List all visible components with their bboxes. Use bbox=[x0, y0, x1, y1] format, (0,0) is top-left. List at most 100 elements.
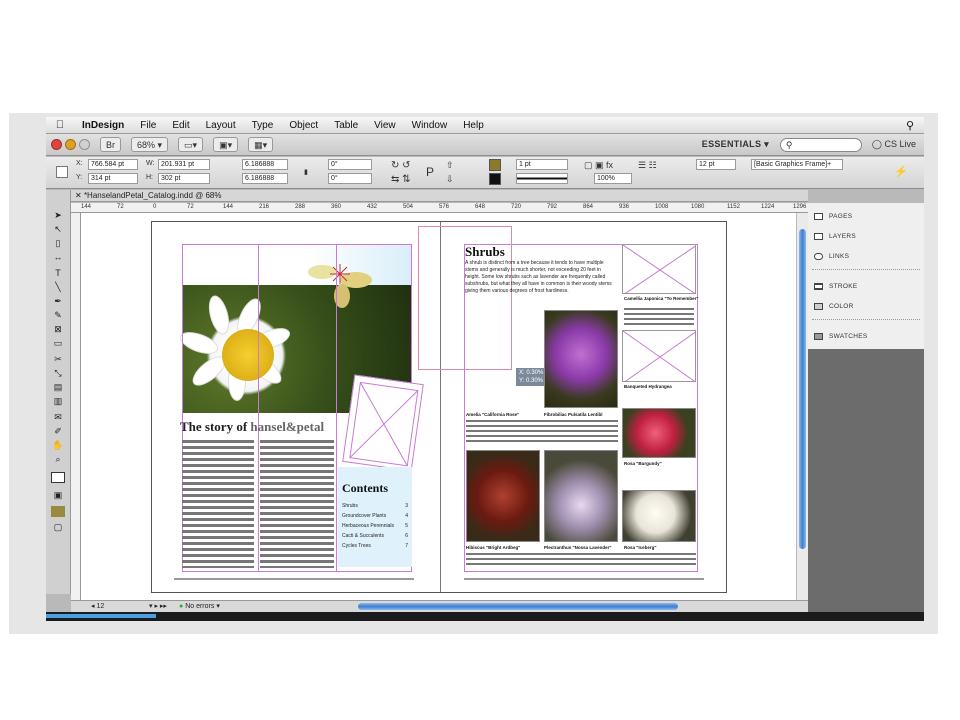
photo-caption[interactable]: Rosa "Burgundy" bbox=[624, 461, 662, 466]
toc-entry[interactable]: Groundcover Plants 4 bbox=[342, 513, 408, 519]
photo-caption[interactable]: Amelia "California Rose" bbox=[466, 412, 519, 417]
width-field[interactable]: 201.931 pt bbox=[158, 159, 210, 170]
stroke-panel-tab[interactable]: STROKE bbox=[814, 283, 858, 290]
pencil-tool-icon[interactable]: ✎ bbox=[51, 310, 65, 321]
effects-icon[interactable]: ▢ ▣ fx bbox=[584, 160, 613, 171]
rotation-field[interactable]: 0° bbox=[328, 159, 372, 170]
photo-caption[interactable]: Plectranthus "Nossa Lavender" bbox=[544, 545, 612, 550]
zoom-level-dropdown[interactable]: 68% ▾ bbox=[131, 137, 169, 152]
menu-edit[interactable]: Edit bbox=[164, 120, 197, 131]
select-content-icon[interactable]: ⇩ bbox=[446, 174, 454, 185]
document-spread[interactable]: The story of hansel&petal Contents Shrub… bbox=[151, 221, 727, 593]
reference-point-icon[interactable] bbox=[56, 166, 68, 178]
rotate-icon[interactable]: ↻ ↺ bbox=[391, 160, 411, 171]
document-tab[interactable]: *HanselandPetal_Catalog.indd @ 68% bbox=[84, 191, 222, 200]
body-text-column-1[interactable] bbox=[182, 440, 254, 568]
image-placeholder-frame[interactable] bbox=[622, 244, 696, 294]
select-container-icon[interactable]: ⇧ bbox=[446, 160, 454, 171]
photo-caption[interactable]: Rosa "Iceberg" bbox=[624, 545, 657, 550]
gap-tool-icon[interactable]: ↔ bbox=[51, 252, 65, 263]
menu-window[interactable]: Window bbox=[404, 120, 456, 131]
page-number-field[interactable]: ◂ 12 bbox=[91, 602, 104, 610]
fill-stroke-icon[interactable] bbox=[51, 472, 65, 483]
links-panel-tab[interactable]: LINKS bbox=[814, 253, 849, 260]
zoom-tool-icon[interactable]: ⌕ bbox=[51, 454, 65, 465]
pen-tool-icon[interactable]: ✒ bbox=[51, 296, 65, 307]
selection-tool-icon[interactable]: ➤ bbox=[51, 210, 65, 221]
object-style-dropdown[interactable]: [Basic Graphics Frame]+ bbox=[751, 159, 843, 170]
red-leaf-shrub-photo[interactable] bbox=[466, 450, 540, 542]
shear-field[interactable]: 0° bbox=[328, 173, 372, 184]
close-window-button[interactable] bbox=[51, 139, 62, 150]
paragraph-icon[interactable]: P bbox=[426, 165, 434, 179]
color-panel-tab[interactable]: COLOR bbox=[814, 303, 854, 310]
fill-swatch[interactable] bbox=[489, 159, 501, 171]
constrain-proportions-icon[interactable]: ▮ bbox=[304, 168, 308, 176]
menu-app-name[interactable]: InDesign bbox=[74, 120, 132, 131]
spacing-field[interactable]: 12 pt bbox=[696, 159, 736, 170]
photo-caption[interactable]: Hibiscus "Bright Ardbeg" bbox=[466, 545, 520, 550]
align-icons[interactable]: ☰ ☷ bbox=[638, 160, 657, 171]
close-tab-icon[interactable]: ✕ bbox=[75, 191, 84, 200]
note-tool-icon[interactable]: ✉ bbox=[51, 412, 65, 423]
lavender-flower-photo[interactable] bbox=[544, 450, 618, 542]
toc-entry[interactable]: Cacti & Succulents 6 bbox=[342, 533, 408, 539]
gradient-swatch-tool-icon[interactable]: ▤ bbox=[51, 382, 65, 393]
pages-panel-tab[interactable]: PAGES bbox=[814, 213, 852, 220]
menu-view[interactable]: View bbox=[366, 120, 404, 131]
workspace-switcher[interactable]: ESSENTIALS ▾ bbox=[697, 137, 774, 152]
shrubs-intro-text[interactable]: A shrub is distinct from a tree because … bbox=[465, 260, 615, 295]
quick-apply-icon[interactable]: ⚡ bbox=[894, 165, 908, 178]
gradient-feather-tool-icon[interactable]: ▥ bbox=[51, 396, 65, 407]
red-rose-photo[interactable] bbox=[622, 408, 696, 458]
vertical-scroll-thumb[interactable] bbox=[799, 229, 806, 549]
flip-icon[interactable]: ⇆ ⇅ bbox=[391, 174, 411, 185]
menu-type[interactable]: Type bbox=[244, 120, 282, 131]
screen-mode-icon[interactable]: ▢ bbox=[51, 522, 65, 533]
body-text-column-2[interactable] bbox=[260, 440, 334, 568]
x-position-field[interactable]: 766.584 pt bbox=[88, 159, 138, 170]
horizontal-scroll-thumb[interactable] bbox=[358, 603, 678, 610]
toc-entry[interactable]: Shrubs 3 bbox=[342, 503, 408, 509]
line-tool-icon[interactable]: ╲ bbox=[51, 282, 65, 293]
vertical-scrollbar[interactable] bbox=[796, 213, 808, 600]
menu-layout[interactable]: Layout bbox=[198, 120, 244, 131]
view-options-button[interactable]: ▭▾ bbox=[178, 137, 204, 152]
screen-mode-button[interactable]: ▣▾ bbox=[213, 137, 239, 152]
scale-y-field[interactable]: 6.186888 bbox=[242, 173, 288, 184]
bridge-button[interactable]: Br bbox=[100, 137, 121, 152]
menu-object[interactable]: Object bbox=[281, 120, 326, 131]
purple-flower-photo[interactable] bbox=[544, 310, 618, 408]
zoom-window-button[interactable] bbox=[79, 139, 90, 150]
direct-selection-tool-icon[interactable]: ↖ bbox=[51, 224, 65, 235]
contents-box[interactable]: Contents Shrubs 3 Groundcover Plants 4 Her… bbox=[338, 467, 412, 567]
menu-table[interactable]: Table bbox=[326, 120, 366, 131]
toc-entry[interactable]: Herbaceous Perennials 5 bbox=[342, 523, 408, 529]
stroke-type-dropdown[interactable] bbox=[516, 173, 568, 184]
arrange-documents-button[interactable]: ▦▾ bbox=[248, 137, 274, 152]
shrubs-heading[interactable]: Shrubs bbox=[465, 244, 505, 260]
photo-caption[interactable]: Camellia Japonica "To Remember" bbox=[624, 296, 698, 301]
white-rose-photo[interactable] bbox=[622, 490, 696, 542]
spotlight-search-icon[interactable]: ⚲ bbox=[906, 119, 914, 132]
free-transform-tool-icon[interactable]: ⤡ bbox=[51, 368, 65, 379]
image-placeholder-frame[interactable] bbox=[622, 330, 696, 382]
story-title[interactable]: The story of hansel&petal bbox=[180, 419, 324, 435]
opacity-field[interactable]: 100% bbox=[594, 173, 632, 184]
stroke-swatch[interactable] bbox=[489, 173, 501, 185]
y-position-field[interactable]: 314 pt bbox=[88, 173, 138, 184]
swatches-panel-tab[interactable]: SWATCHES bbox=[814, 333, 868, 340]
type-tool-icon[interactable]: T bbox=[51, 268, 65, 279]
apply-color-icon[interactable] bbox=[51, 506, 65, 517]
empty-graphics-frame[interactable] bbox=[342, 374, 424, 472]
toc-entry[interactable]: Cycles Trees 7 bbox=[342, 543, 408, 549]
preflight-status[interactable]: ● No errors ▾ bbox=[179, 602, 220, 610]
menu-file[interactable]: File bbox=[132, 120, 164, 131]
stroke-weight-field[interactable]: 1 pt bbox=[516, 159, 568, 170]
layers-panel-tab[interactable]: LAYERS bbox=[814, 233, 856, 240]
help-search-input[interactable]: ⚲ bbox=[779, 137, 862, 152]
menu-help[interactable]: Help bbox=[455, 120, 492, 131]
height-field[interactable]: 302 pt bbox=[158, 173, 210, 184]
photo-caption[interactable]: Fibrobiliac Pulsatila Lentibl bbox=[544, 412, 603, 417]
cs-live-button[interactable]: ◯ CS Live bbox=[872, 139, 916, 150]
